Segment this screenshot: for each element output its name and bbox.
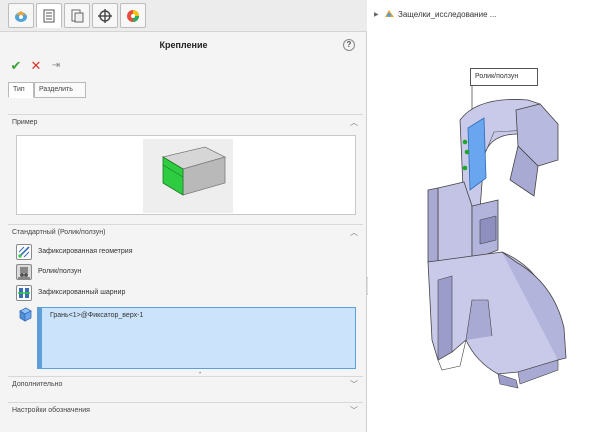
option-label: Зафиксированный шарнир xyxy=(38,289,126,296)
selection-list[interactable]: Грань<1>@Фиксатор_верх-1 xyxy=(37,307,356,369)
chevron-up-icon[interactable]: ︿ xyxy=(349,228,359,238)
selected-face-item[interactable]: Грань<1>@Фиксатор_верх-1 xyxy=(50,312,143,319)
symbol-settings-section-header[interactable]: Настройки обозначения ﹀ xyxy=(8,402,363,420)
ok-button[interactable]: ✔ xyxy=(8,58,24,74)
chevron-down-icon[interactable]: ﹀ xyxy=(349,406,359,416)
dimxpert-icon xyxy=(98,8,112,23)
tab-split[interactable]: Разделить xyxy=(34,82,86,98)
roller-slider-callout[interactable]: Ролик/ползун xyxy=(470,68,538,86)
manager-tabbar xyxy=(0,0,367,32)
tab-type[interactable]: Тип xyxy=(8,82,34,98)
advanced-section-header[interactable]: Дополнительно ﹀ xyxy=(8,376,363,394)
example-preview xyxy=(16,135,356,215)
display-manager-tab[interactable] xyxy=(120,3,146,28)
option-roller-slider[interactable]: Ролик/ползун xyxy=(16,264,356,282)
option-label: Зафиксированная геометрия xyxy=(38,248,133,255)
roller-slider-preview-image xyxy=(143,139,233,213)
display-manager-icon xyxy=(127,9,139,22)
configuration-manager-tab[interactable] xyxy=(64,3,90,28)
chevron-up-icon[interactable]: ︿ xyxy=(349,118,359,128)
property-manager-tab[interactable] xyxy=(36,3,62,28)
example-section-title: Пример xyxy=(12,119,38,126)
feature-manager-icon xyxy=(15,10,27,22)
option-fixed-geometry[interactable]: Зафиксированная геометрия xyxy=(16,244,356,262)
roller-slider-icon xyxy=(16,264,32,280)
chevron-down-icon[interactable]: ﹀ xyxy=(349,380,359,390)
fixed-hinge-icon xyxy=(16,285,32,301)
example-section-header[interactable]: Пример ︿ xyxy=(8,114,363,132)
model-viewport[interactable] xyxy=(368,0,607,432)
option-label: Ролик/ползун xyxy=(38,268,82,275)
symbol-settings-section-title: Настройки обозначения xyxy=(12,407,90,414)
face-selection-icon xyxy=(19,307,32,322)
feature-manager-tab[interactable] xyxy=(8,3,34,28)
property-manager-panel: Крепление ? ✔ ✕ ⇥ Тип Разделить Пример ︿… xyxy=(0,0,367,432)
property-manager-icon xyxy=(43,9,55,22)
option-fixed-hinge[interactable]: Зафиксированный шарнир xyxy=(16,285,356,303)
standard-section-header[interactable]: Стандартный (Ролик/ползун) ︿ xyxy=(8,224,363,242)
panel-title: Крепление xyxy=(159,40,208,50)
graphics-area[interactable]: ▶ Защелки_исследование ... Ролик/ползун xyxy=(368,0,607,432)
standard-section-title: Стандартный (Ролик/ползун) xyxy=(12,229,106,236)
selection-strip xyxy=(38,308,42,368)
cancel-button[interactable]: ✕ xyxy=(28,58,44,74)
pin-button[interactable]: ⇥ xyxy=(48,58,64,74)
advanced-section-title: Дополнительно xyxy=(12,381,63,388)
dimxpert-tab[interactable] xyxy=(92,3,118,28)
configuration-manager-icon xyxy=(71,9,84,22)
fixed-geometry-icon xyxy=(16,244,32,260)
help-icon[interactable]: ? xyxy=(343,39,355,51)
